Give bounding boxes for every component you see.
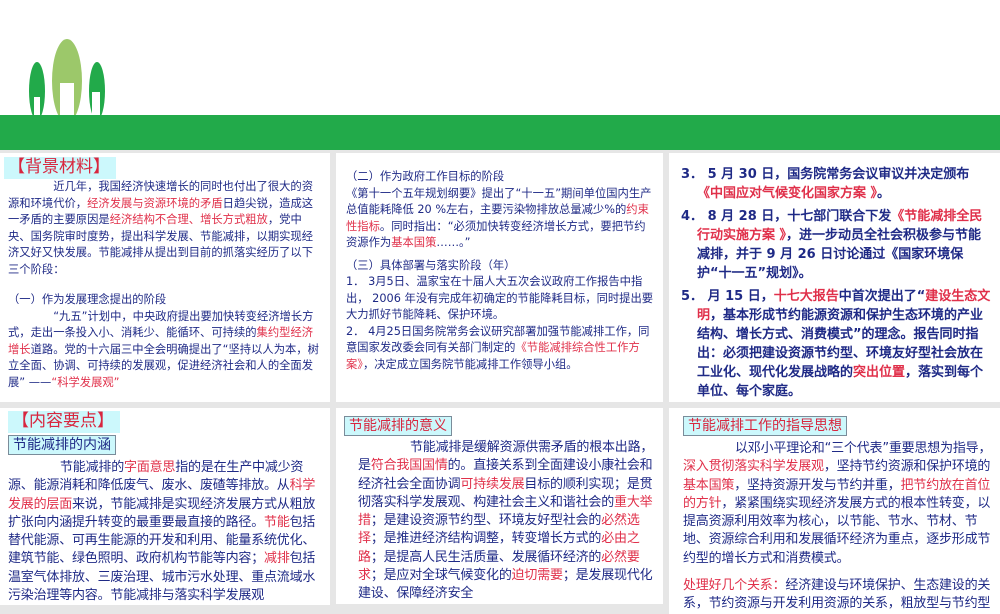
text: 。 <box>877 186 891 201</box>
text: 中首次提出了“ <box>838 289 926 304</box>
content-points-panel: 【内容要点】 节能减排的内涵 节能减排的字面意思指的是在生产中减少资源、能源消耗… <box>0 408 330 606</box>
paragraph: 2． 4月25日国务院常务会议研究部署加强节能减排工作，同意国家发改委会同有关部… <box>346 324 655 374</box>
highlighted-text: 可持续发展 <box>460 476 525 492</box>
highlighted-text: 迫切需要 <box>511 568 563 584</box>
text: （二）作为政府工作目标的阶段 <box>346 170 505 183</box>
highlighted-text: 《中国应对气候变化国家方案 》 <box>697 186 878 201</box>
text: 节能减排的 <box>60 460 125 475</box>
significance-panel: 节能减排的意义 节能减排是缓解资源供需矛盾的根本出路，是符合我国国情的。直接关系… <box>336 408 663 604</box>
text: 《第十一个五年规划纲要》提出了“十一五”期间单位国内生产总值能耗降低 20 %左… <box>346 186 652 217</box>
highlighted-text: 基本国策 <box>683 477 735 493</box>
text: 以邓小平理论和“三个代表”重要思想为指导， <box>735 441 992 456</box>
tree-trunk <box>92 92 100 117</box>
subsection-label: 节能减排工作的指导思想 <box>683 416 847 436</box>
subsection-label: 节能减排的内涵 <box>8 435 116 455</box>
paragraph: 5． 月 15 日，十七大报告中首次提出了“建设生态文明，基本形成节约能源资源和… <box>681 287 994 401</box>
text: ，紧紧围绕实现经济发展方式的根本性转变，以提高资源利用效率为核心，以节能、节水、… <box>683 495 991 566</box>
paragraph: “九五”计划中，中央政府提出要加快转变经济增长方式，走出一条投入小、消耗少、能循… <box>8 309 320 392</box>
text: 3． 5 月 30 日，国务院常务会议审议并决定颁布 <box>681 167 970 182</box>
paragraph: （一）作为发展理念提出的阶段 <box>8 292 320 309</box>
paragraph: （二）作为政府工作目标的阶段 <box>346 169 655 186</box>
paragraph: 节能减排的字面意思指的是在生产中减少资源、能源消耗和降低废气、废水、废碴等排放。… <box>8 459 324 605</box>
highlighted-text: 减排 <box>264 551 290 567</box>
paragraph: 节能减排是缓解资源供需矛盾的根本出路，是符合我国国情的。直接关系到全面建设小康社… <box>358 439 657 604</box>
highlighted-text: 十七大报告 <box>773 289 839 304</box>
text: ；是应对全球气候变化的 <box>370 568 512 584</box>
highlighted-text: 符合我国国情 <box>370 458 448 474</box>
highlighted-text: 突出位置 <box>853 365 906 380</box>
text: ，坚持资源开发与节约并重， <box>734 477 901 493</box>
text: ；是提高人民生活质量、发展循环经济的 <box>370 549 602 565</box>
paragraph: 1． 3月5日、温家宝在十届人大五次会议政府工作报告中指出， 2006 年没有完… <box>346 274 655 324</box>
highlighted-text: 经济发展与资源环境的矛盾 <box>87 196 223 210</box>
highlighted-text: 字面意思 <box>124 460 176 475</box>
background-material-panel: 【背景材料】 近几年，我国经济快速增长的同时也付出了很大的资源和环境代价，经济发… <box>0 153 330 402</box>
section-title: 【内容要点】 <box>8 411 120 433</box>
text: 5． 月 15 日， <box>681 289 774 304</box>
stages-panel: （二）作为政府工作目标的阶段《第十一个五年规划纲要》提出了“十一五”期间单位国内… <box>336 153 663 402</box>
highlighted-text: “科学发展观” <box>51 375 120 389</box>
text: ，决定成立国务院节能减排工作领导小组。 <box>362 357 578 371</box>
text: （一）作为发展理念提出的阶段 <box>8 293 167 306</box>
text: （三）具体部署与落实阶段（年） <box>346 258 516 272</box>
text: ，坚持节约资源和保护环境的 <box>823 459 991 475</box>
text: ；是建设资源节约型、环境友好型社会的 <box>370 513 602 529</box>
paragraph: 4． 8 月 28 日，十七部门联合下发《节能减排全民行动实施方案 》，进一步动… <box>681 207 994 283</box>
highlighted-text: 基本国策 <box>391 236 437 249</box>
tree-trunk <box>34 97 40 117</box>
highlighted-text: 处理好几个关系： <box>683 578 786 594</box>
subsection-label: 节能减排的意义 <box>344 416 452 436</box>
section-title: 【背景材料】 <box>4 157 116 179</box>
paragraph: 近几年，我国经济快速增长的同时也付出了很大的资源和环境代价，经济发展与资源环境的… <box>8 179 320 278</box>
highlighted-text: 深入贯彻落实科学发展观 <box>683 459 824 475</box>
guiding-ideology-panel: 节能减排工作的指导思想 以邓小平理论和“三个代表”重要思想为指导， 深入贯彻落实科… <box>669 408 1000 614</box>
highlighted-text: 经济结构不合理、增长方式粗放 <box>109 213 268 226</box>
header-area <box>0 0 1000 123</box>
paragraph: 以邓小平理论和“三个代表”重要思想为指导， 深入贯彻落实科学发展观，坚持节约资源和… <box>683 440 992 568</box>
paragraph: 《第十一个五年规划纲要》提出了“十一五”期间单位国内生产总值能耗降低 20 %左… <box>346 186 655 252</box>
text: 1． 3月5日、温家宝在十届人大五次会议政府工作报告中指出， 2006 年没有完… <box>346 275 654 321</box>
highlighted-text: 节能 <box>264 514 290 530</box>
text: 4． 8 月 28 日，十七部门联合下发 <box>681 209 892 224</box>
text: ；是推进经济结构调整，转变增长方式的 <box>370 531 602 547</box>
text: ……。” <box>436 236 471 249</box>
green-banner <box>0 115 1000 150</box>
paragraph: 3． 5 月 30 日，国务院常务会议审议并决定颁布《中国应对气候变化国家方案 … <box>681 165 994 203</box>
paragraph: 处理好几个关系：经济建设与环境保护、生态建设的关系，节约资源与开发利用资源的关系… <box>683 577 992 614</box>
paragraph: （三）具体部署与落实阶段（年） <box>346 258 655 275</box>
timeline-panel: 3． 5 月 30 日，国务院常务会议审议并决定颁布《中国应对气候变化国家方案 … <box>669 153 1000 402</box>
